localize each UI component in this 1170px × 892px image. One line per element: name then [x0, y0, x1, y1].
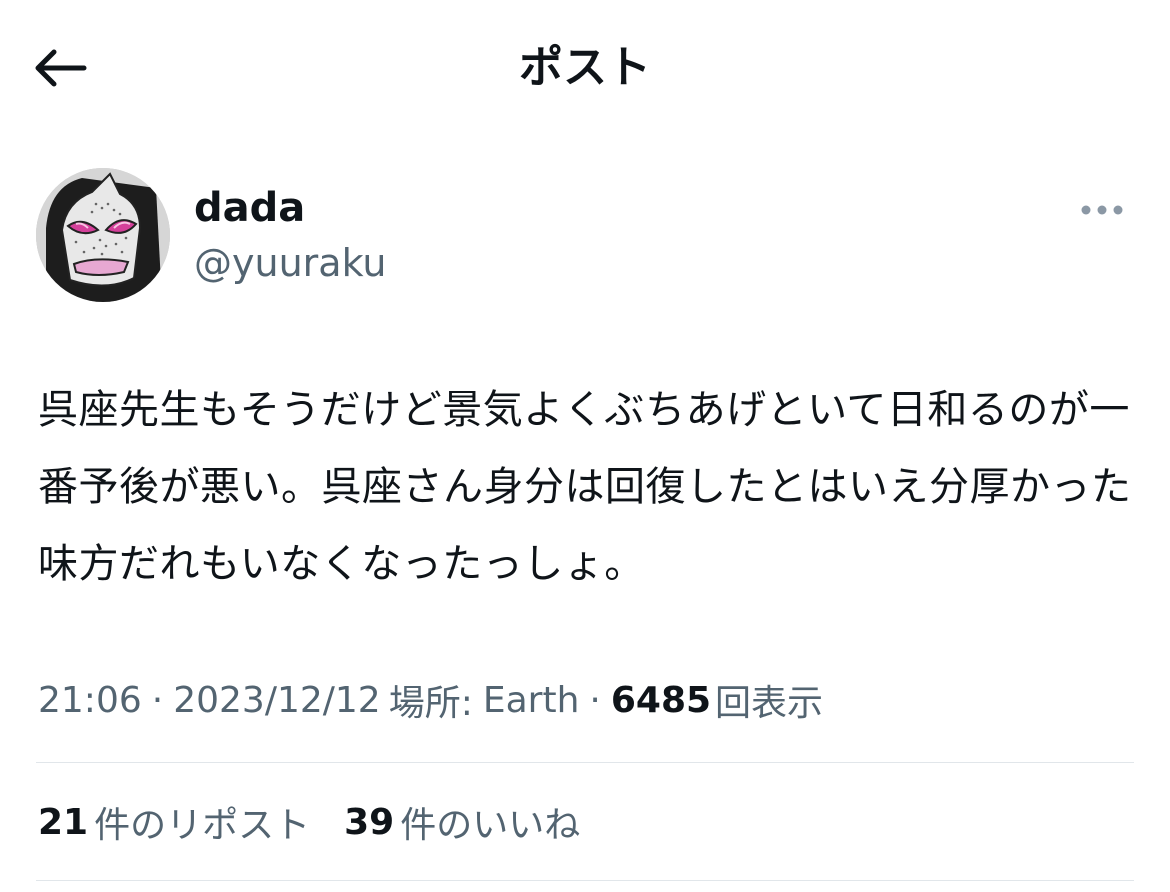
divider	[36, 762, 1134, 763]
location-value: Earth	[482, 679, 580, 721]
reposts-stat[interactable]: 21 件のリポスト	[38, 796, 310, 848]
divider	[36, 880, 1134, 881]
back-button[interactable]	[30, 38, 90, 98]
tweet-meta: 21:06 · 2023/12/12 場所: Earth · 6485 回表示	[38, 672, 823, 728]
meta-separator: ·	[151, 679, 164, 721]
author-row: dada @yuuraku	[36, 168, 1134, 304]
top-bar: ポスト	[0, 0, 1170, 136]
tweet-date[interactable]: 2023/12/12	[173, 680, 381, 721]
tweet-time[interactable]: 21:06	[38, 680, 142, 721]
engagement-stats: 21 件のリポスト 39 件のいいね	[38, 792, 614, 852]
user-handle[interactable]: @yuuraku	[194, 238, 387, 288]
arrow-left-icon	[35, 49, 87, 87]
likes-stat[interactable]: 39 件のいいね	[344, 796, 580, 848]
display-name[interactable]: dada	[194, 182, 305, 234]
views-label: 回表示	[715, 683, 824, 724]
more-options-button[interactable]	[1072, 190, 1132, 230]
avatar[interactable]	[36, 168, 170, 302]
views-count: 6485	[610, 679, 712, 721]
reposts-count: 21	[38, 801, 89, 843]
likes-label: 件のいいね	[400, 805, 581, 846]
meta-separator: ·	[589, 679, 601, 721]
reposts-label: 件のリポスト	[94, 805, 311, 846]
page-title: ポスト	[519, 42, 651, 93]
more-horizontal-icon	[1081, 205, 1123, 215]
likes-count: 39	[344, 801, 395, 843]
tweet-text: 呉座先生もそうだけど景気よくぶちあげといて日和るのが一番予後が悪い。呉座さん身分…	[38, 387, 1132, 587]
location-label: 場所:	[388, 683, 473, 724]
masked-face-avatar-icon	[36, 168, 170, 302]
